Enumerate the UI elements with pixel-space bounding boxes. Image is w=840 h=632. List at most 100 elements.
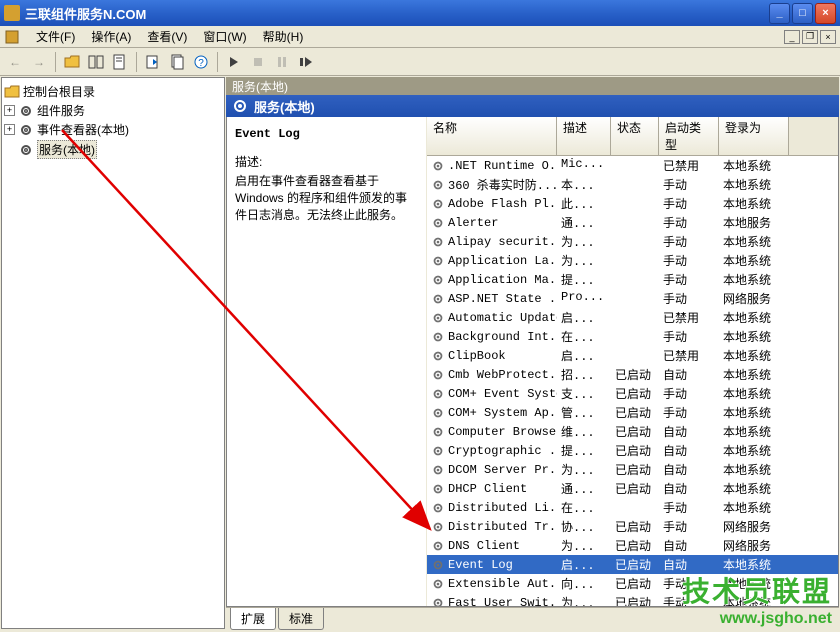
panel-header: 服务(本地) — [226, 77, 839, 95]
service-row[interactable]: ClipBook启...已禁用本地系统 — [427, 346, 838, 365]
mdi-close[interactable]: × — [820, 30, 836, 44]
menu-action[interactable]: 操作(A) — [83, 26, 139, 47]
close-button[interactable]: × — [815, 3, 836, 24]
gear-icon — [431, 368, 445, 382]
tab-extended[interactable]: 扩展 — [230, 608, 276, 630]
col-desc[interactable]: 描述 — [557, 117, 611, 155]
service-row[interactable]: Application La...为...手动本地系统 — [427, 251, 838, 270]
menu-help[interactable]: 帮助(H) — [255, 26, 312, 47]
tree-node[interactable]: 服务(本地) — [4, 139, 222, 160]
gear-icon — [431, 159, 445, 173]
gear-icon — [431, 596, 445, 607]
menu-view[interactable]: 查看(V) — [139, 26, 195, 47]
export-button[interactable] — [142, 51, 164, 73]
help-button[interactable]: ? — [190, 51, 212, 73]
gear-icon — [431, 444, 445, 458]
service-row[interactable]: Computer Browser维...已启动自动本地系统 — [427, 422, 838, 441]
back-button: ← — [4, 51, 26, 73]
expander-icon[interactable]: + — [4, 105, 15, 116]
services-icon — [232, 98, 248, 114]
list-header: 名称 描述 状态 启动类型 登录为 — [427, 117, 838, 156]
gear-icon — [431, 311, 445, 325]
gear-icon — [431, 463, 445, 477]
restart-button[interactable] — [295, 51, 317, 73]
col-status[interactable]: 状态 — [611, 117, 659, 155]
service-row[interactable]: DNS Client为...已启动自动网络服务 — [427, 536, 838, 555]
mdi-restore[interactable]: ❐ — [802, 30, 818, 44]
gear-icon — [18, 142, 34, 158]
refresh-button[interactable] — [166, 51, 188, 73]
folder-icon — [4, 84, 20, 100]
titlebar: 三联组件服务N.COM _ □ × — [0, 0, 840, 26]
gear-icon — [431, 330, 445, 344]
services-list[interactable]: 名称 描述 状态 启动类型 登录为 .NET Runtime O...Mic..… — [427, 117, 838, 606]
service-row[interactable]: Distributed Li...在...手动本地系统 — [427, 498, 838, 517]
service-row[interactable]: ASP.NET State ...Pro...手动网络服务 — [427, 289, 838, 308]
tree-root[interactable]: 控制台根目录 — [4, 82, 222, 101]
gear-icon — [431, 292, 445, 306]
toolbar: ← → ? — [0, 48, 840, 76]
gear-icon — [431, 254, 445, 268]
menu-window[interactable]: 窗口(W) — [195, 26, 254, 47]
service-row[interactable]: Alerter通...手动本地服务 — [427, 213, 838, 232]
gear-icon — [431, 501, 445, 515]
service-row[interactable]: Cmb WebProtect...招...已启动自动本地系统 — [427, 365, 838, 384]
panel-title: 服务(本地) — [226, 95, 839, 117]
window-title: 三联组件服务N.COM — [25, 4, 769, 23]
watermark: 技术员联盟 www.jsgho.net — [682, 570, 832, 628]
maximize-button[interactable]: □ — [792, 3, 813, 24]
gear-icon — [431, 539, 445, 553]
service-row[interactable]: COM+ System Ap...管...已启动手动本地系统 — [427, 403, 838, 422]
gear-icon — [431, 349, 445, 363]
service-row[interactable]: Automatic Updates启...已禁用本地系统 — [427, 308, 838, 327]
service-row[interactable]: Cryptographic ...提...已启动自动本地系统 — [427, 441, 838, 460]
app-icon — [4, 5, 20, 21]
gear-icon — [18, 122, 34, 138]
description-panel: Event Log 描述: 启用在事件查看器查看基于 Windows 的程序和组… — [227, 117, 427, 606]
up-button[interactable] — [61, 51, 83, 73]
gear-icon — [18, 103, 34, 119]
gear-icon — [431, 558, 445, 572]
gear-icon — [431, 273, 445, 287]
gear-icon — [431, 387, 445, 401]
show-hide-button[interactable] — [85, 51, 107, 73]
properties-button[interactable] — [109, 51, 131, 73]
gear-icon — [431, 235, 445, 249]
gear-icon — [431, 577, 445, 591]
col-logon[interactable]: 登录为 — [719, 117, 789, 155]
menu-file[interactable]: 文件(F) — [28, 26, 83, 47]
service-description: 启用在事件查看器查看基于 Windows 的程序和组件颁发的事件日志消息。无法终… — [235, 172, 418, 223]
service-row[interactable]: 360 杀毒实时防...本...手动本地系统 — [427, 175, 838, 194]
gear-icon — [431, 216, 445, 230]
pause-button — [271, 51, 293, 73]
gear-icon — [431, 482, 445, 496]
expander-icon[interactable]: + — [4, 124, 15, 135]
forward-button: → — [28, 51, 50, 73]
menubar: 文件(F) 操作(A) 查看(V) 窗口(W) 帮助(H) _ ❐ × — [0, 26, 840, 48]
gear-icon — [431, 520, 445, 534]
service-row[interactable]: .NET Runtime O...Mic...已禁用本地系统 — [427, 156, 838, 175]
gear-icon — [431, 197, 445, 211]
col-start[interactable]: 启动类型 — [659, 117, 719, 155]
svg-text:?: ? — [198, 58, 204, 69]
tab-standard[interactable]: 标准 — [278, 608, 324, 630]
service-row[interactable]: DHCP Client通...已启动自动本地系统 — [427, 479, 838, 498]
col-name[interactable]: 名称 — [427, 117, 557, 155]
service-row[interactable]: Adobe Flash Pl...此...手动本地系统 — [427, 194, 838, 213]
gear-icon — [431, 425, 445, 439]
play-button[interactable] — [223, 51, 245, 73]
service-row[interactable]: Background Int...在...手动本地系统 — [427, 327, 838, 346]
stop-button — [247, 51, 269, 73]
tree-node[interactable]: +组件服务 — [4, 101, 222, 120]
mdi-minimize[interactable]: _ — [784, 30, 800, 44]
minimize-button[interactable]: _ — [769, 3, 790, 24]
service-row[interactable]: Distributed Tr...协...已启动手动网络服务 — [427, 517, 838, 536]
gear-icon — [431, 406, 445, 420]
service-row[interactable]: DCOM Server Pr...为...已启动自动本地系统 — [427, 460, 838, 479]
tree-panel[interactable]: 控制台根目录 +组件服务+事件查看器(本地)服务(本地) — [1, 77, 225, 629]
service-row[interactable]: COM+ Event System支...已启动手动本地系统 — [427, 384, 838, 403]
service-row[interactable]: Alipay securit...为...手动本地系统 — [427, 232, 838, 251]
gear-icon — [431, 178, 445, 192]
service-row[interactable]: Application Ma...提...手动本地系统 — [427, 270, 838, 289]
tree-node[interactable]: +事件查看器(本地) — [4, 120, 222, 139]
